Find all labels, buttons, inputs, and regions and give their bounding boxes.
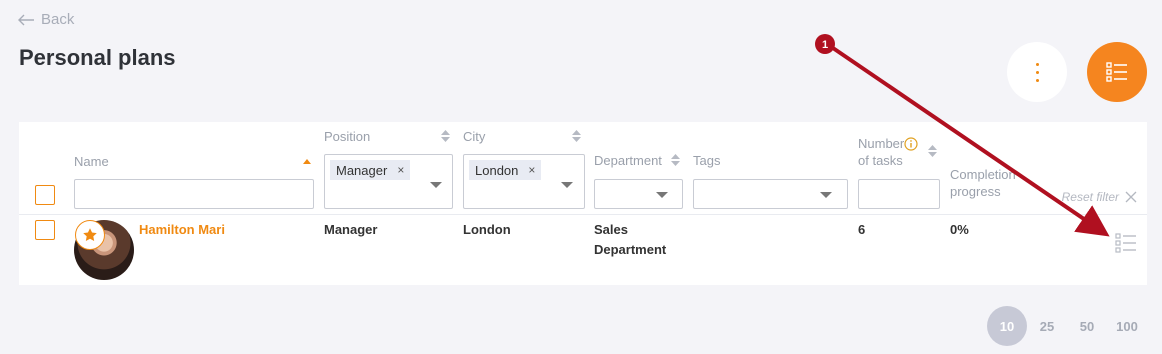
column-header-progress[interactable]: Completion (950, 167, 1016, 182)
chevron-down-icon (430, 182, 442, 188)
page-size-50[interactable]: 50 (1067, 306, 1107, 346)
checklist-icon (1106, 62, 1127, 82)
row-department: Sales (594, 222, 628, 237)
column-header-city[interactable]: City (463, 129, 485, 144)
city-filter-select[interactable]: London × (463, 154, 585, 209)
row-position: Manager (324, 222, 378, 237)
column-header-department[interactable]: Department (594, 153, 662, 168)
position-filter-tag: Manager × (330, 160, 411, 180)
back-label: Back (41, 11, 75, 28)
annotation-marker-label: 1 (822, 39, 828, 51)
name-filter-input[interactable] (74, 179, 314, 209)
chevron-down-icon (561, 182, 573, 188)
more-options-button[interactable] (1007, 42, 1067, 102)
column-header-name[interactable]: Name (74, 154, 109, 169)
annotation-marker (815, 34, 835, 54)
column-header-tasks-line2: of tasks (858, 153, 903, 168)
star-badge (75, 220, 105, 250)
column-header-progress-line2: progress (950, 184, 1001, 199)
chevron-down-icon (656, 192, 668, 198)
page-title: Personal plans (19, 45, 176, 70)
sort-icon[interactable] (441, 130, 450, 142)
list-view-button[interactable] (1087, 42, 1147, 102)
checklist-icon[interactable] (1115, 232, 1137, 254)
sort-asc-icon[interactable] (303, 159, 311, 164)
info-icon[interactable] (904, 137, 918, 151)
reset-filter-button[interactable]: Reset filter (1061, 190, 1137, 204)
column-header-tasks[interactable]: Number (858, 136, 904, 151)
position-tag-label: Manager (336, 162, 388, 178)
page-size-100[interactable]: 100 (1107, 306, 1147, 346)
tasks-filter-input[interactable] (858, 179, 940, 209)
position-filter-select[interactable]: Manager × (324, 154, 453, 209)
row-progress: 0% (950, 222, 969, 237)
row-city: London (463, 222, 511, 237)
row-department-line2: Department (594, 242, 667, 257)
arrow-left-icon (18, 14, 34, 25)
back-link[interactable]: Back (18, 11, 74, 28)
sort-icon[interactable] (572, 130, 581, 142)
city-filter-tag: London × (469, 160, 542, 180)
header-divider (19, 214, 1147, 215)
tags-filter-select[interactable] (693, 179, 848, 209)
select-all-checkbox[interactable] (35, 185, 55, 205)
page-size-selector: 10 25 50 100 (987, 306, 1147, 346)
column-header-position[interactable]: Position (324, 129, 370, 144)
department-filter-select[interactable] (594, 179, 683, 209)
page-size-10[interactable]: 10 (987, 306, 1027, 346)
sort-icon[interactable] (671, 154, 680, 166)
row-checkbox[interactable] (35, 220, 55, 240)
vertical-dots-icon (1035, 62, 1039, 82)
employee-name-link[interactable]: Hamilton Mari (139, 220, 225, 240)
chevron-down-icon (820, 192, 832, 198)
column-header-tags: Tags (693, 153, 721, 168)
row-tasks: 6 (858, 222, 866, 237)
reset-filter-label: Reset filter (1061, 190, 1119, 204)
remove-tag-icon[interactable]: × (528, 163, 535, 177)
close-icon (1125, 191, 1137, 203)
plans-table: Name Position Manager × City London × De… (19, 122, 1147, 285)
star-icon (83, 228, 97, 241)
city-tag-label: London (475, 162, 519, 178)
sort-icon[interactable] (928, 145, 937, 157)
page-size-25[interactable]: 25 (1027, 306, 1067, 346)
remove-tag-icon[interactable]: × (397, 163, 404, 177)
